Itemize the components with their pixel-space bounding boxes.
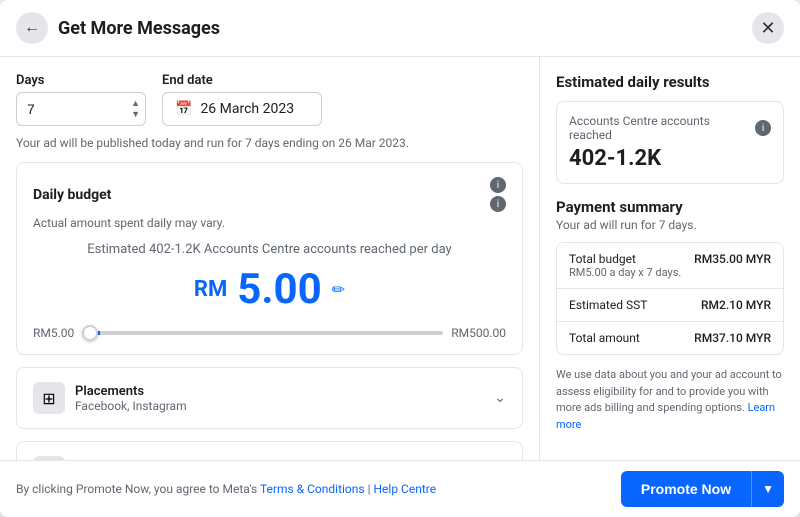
budget-value: 5.00 — [237, 265, 321, 314]
terms-link[interactable]: Terms & Conditions — [260, 482, 365, 496]
accounts-value: 402-1.2K — [569, 146, 771, 171]
payment-method-card: ✏ Payment method ⌄ — [16, 441, 523, 460]
placements-left: ⊞ Placements Facebook, Instagram — [33, 382, 187, 414]
footer-buttons: Promote Now ▼ — [621, 471, 784, 507]
info-icon-1[interactable]: i — [490, 177, 506, 193]
end-date-text: 26 March 2023 — [200, 101, 294, 117]
spinner-down[interactable]: ▼ — [129, 109, 142, 120]
estimated-sst-label: Estimated SST — [569, 298, 647, 312]
payment-summary-title: Payment summary — [556, 198, 784, 216]
modal-footer: By clicking Promote Now, you agree to Me… — [0, 460, 800, 517]
est-card-header: Accounts Centre accounts reached i — [569, 114, 771, 142]
placements-sub: Facebook, Instagram — [75, 399, 187, 413]
est-results-card: Accounts Centre accounts reached i 402-1… — [556, 101, 784, 184]
estimated-sst-row: Estimated SST RM2.10 MYR — [557, 289, 783, 322]
close-button[interactable]: ✕ — [752, 12, 784, 44]
days-label: Days — [16, 73, 146, 88]
help-link[interactable]: Help Centre — [373, 482, 436, 496]
budget-title: Daily budget — [33, 187, 111, 203]
total-amount-label: Total amount — [569, 331, 640, 345]
payment-summary-sub: Your ad will run for 7 days. — [556, 218, 784, 232]
days-field: Days ▲ ▼ — [16, 73, 146, 126]
budget-title-row: Daily budget i i — [33, 177, 506, 212]
est-info-icon[interactable]: i — [755, 120, 771, 136]
placements-card: ⊞ Placements Facebook, Instagram ⌄ — [16, 367, 523, 429]
daily-budget-card: Daily budget i i Actual amount spent dai… — [16, 162, 523, 355]
days-input-wrap: ▲ ▼ — [16, 92, 146, 126]
accounts-label: Accounts Centre accounts reached — [569, 114, 755, 142]
date-row: Days ▲ ▼ End date 📅 26 March 2023 — [16, 73, 523, 126]
slider-max: RM500.00 — [451, 326, 506, 340]
modal-container: ← Get More Messages ✕ Days ▲ ▼ — [0, 0, 800, 517]
spinner-buttons: ▲ ▼ — [129, 98, 142, 120]
budget-estimate: Estimated 402-1.2K Accounts Centre accou… — [33, 242, 506, 257]
right-panel: Estimated daily results Accounts Centre … — [540, 57, 800, 460]
total-budget-sub: RM5.00 a day x 7 days. — [569, 266, 681, 279]
slider-row: RM5.00 RM500.00 — [33, 326, 506, 340]
close-icon: ✕ — [760, 18, 775, 39]
total-budget-row: Total budget RM5.00 a day x 7 days. RM35… — [557, 243, 783, 289]
left-panel: Days ▲ ▼ End date 📅 26 March 2023 — [0, 57, 540, 460]
slider-min: RM5.00 — [33, 326, 74, 340]
days-input[interactable] — [16, 92, 146, 126]
placements-text: Placements Facebook, Instagram — [75, 384, 187, 413]
total-amount-value: RM37.10 MYR — [694, 331, 771, 345]
edit-icon[interactable]: ✏ — [332, 280, 345, 299]
budget-currency: RM — [194, 277, 227, 302]
eligibility-note: We use data about you and your ad accoun… — [556, 367, 784, 433]
budget-sub: Actual amount spent daily may vary. — [33, 216, 506, 230]
payment-table: Total budget RM5.00 a day x 7 days. RM35… — [556, 242, 784, 355]
budget-amount-row: RM 5.00 ✏ — [33, 265, 506, 314]
end-date-wrap[interactable]: 📅 26 March 2023 — [162, 92, 322, 126]
placements-icon: ⊞ — [33, 382, 65, 414]
back-button[interactable]: ← — [16, 12, 48, 44]
total-budget-value: RM35.00 MYR — [694, 252, 771, 279]
placements-chevron-icon[interactable]: ⌄ — [494, 390, 506, 406]
total-budget-label-wrap: Total budget RM5.00 a day x 7 days. — [569, 252, 681, 279]
publish-note: Your ad will be published today and run … — [16, 136, 523, 150]
modal-title: Get More Messages — [58, 18, 752, 39]
modal-body: Days ▲ ▼ End date 📅 26 March 2023 — [0, 57, 800, 460]
total-amount-row: Total amount RM37.10 MYR — [557, 322, 783, 354]
modal-header: ← Get More Messages ✕ — [0, 0, 800, 57]
budget-slider[interactable] — [82, 331, 443, 335]
spinner-up[interactable]: ▲ — [129, 98, 142, 109]
promote-now-button[interactable]: Promote Now — [621, 471, 751, 507]
footer-note: By clicking Promote Now, you agree to Me… — [16, 482, 436, 496]
calendar-icon: 📅 — [175, 101, 192, 117]
est-results-title: Estimated daily results — [556, 73, 784, 91]
end-date-field: End date 📅 26 March 2023 — [162, 73, 322, 126]
promote-dropdown-button[interactable]: ▼ — [751, 471, 784, 507]
end-date-label: End date — [162, 73, 322, 88]
back-icon: ← — [24, 19, 40, 37]
dropdown-icon: ▼ — [762, 482, 774, 496]
estimated-sst-value: RM2.10 MYR — [701, 298, 771, 312]
total-budget-label: Total budget — [569, 252, 681, 266]
placements-label: Placements — [75, 384, 187, 399]
placements-row: ⊞ Placements Facebook, Instagram ⌄ — [33, 382, 506, 414]
info-icon-2[interactable]: i — [490, 196, 506, 212]
